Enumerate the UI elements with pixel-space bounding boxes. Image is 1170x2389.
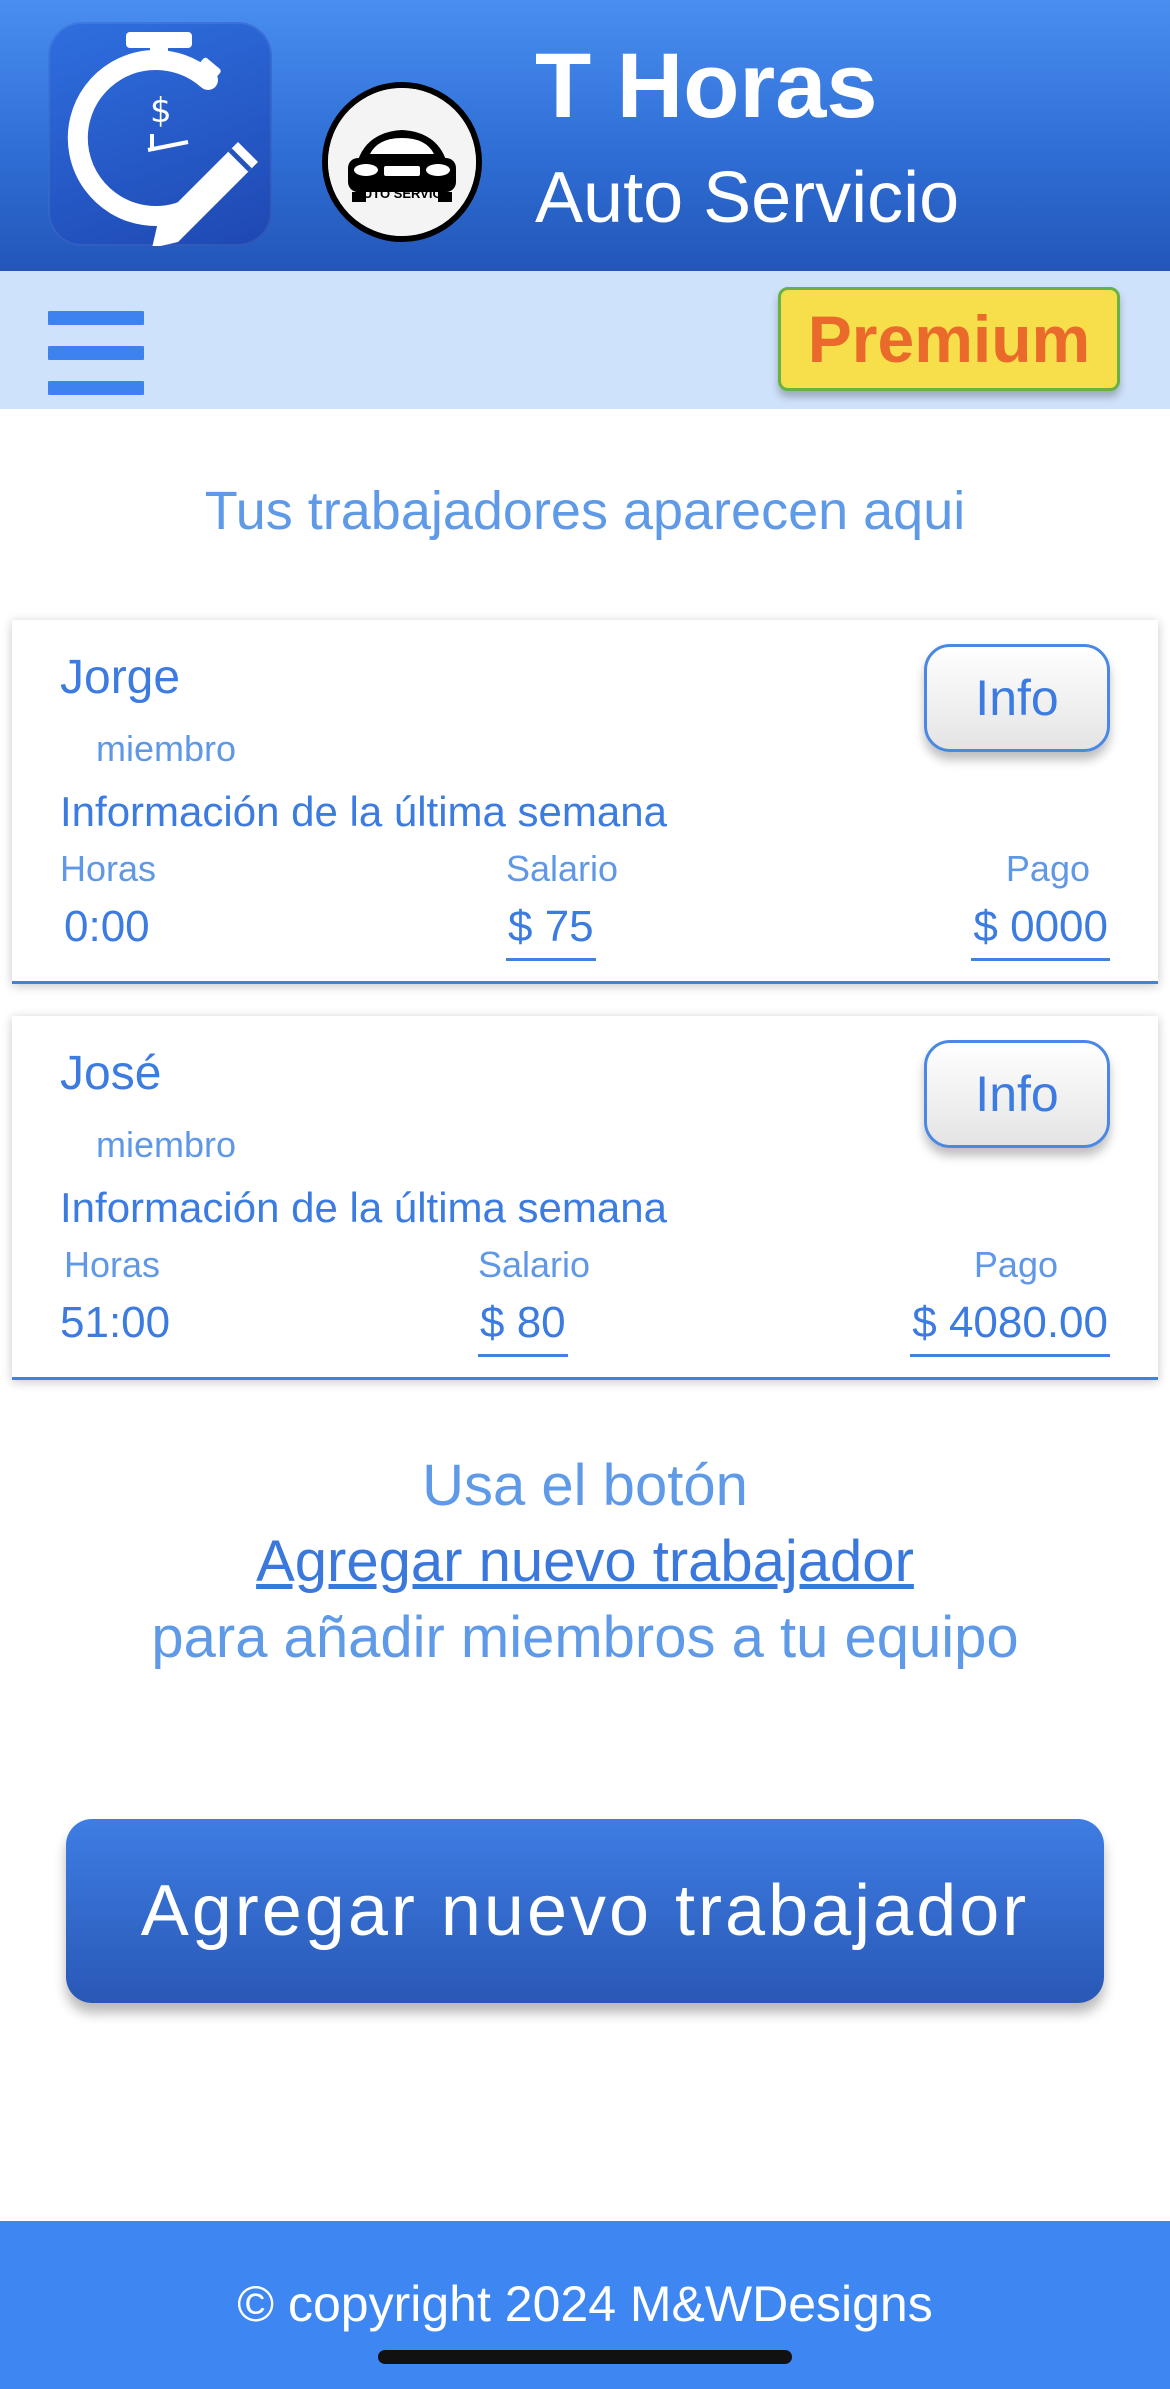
copyright-text: © copyright 2024 M&WDesigns — [237, 2276, 933, 2332]
info-button[interactable]: Info — [924, 644, 1110, 752]
toolbar: Premium — [0, 271, 1170, 409]
auto-service-car-logo: AUTO SERVICE — [322, 82, 482, 242]
add-worker-link[interactable]: Agregar nuevo trabajador — [256, 1529, 914, 1594]
app-header: $ AUTO SERVICE T Horas Auto Servicio — [0, 0, 1170, 271]
info-button[interactable]: Info — [924, 1040, 1110, 1148]
week-info-label: Información de la última semana — [60, 1184, 667, 1231]
hours-label: Horas — [64, 1244, 161, 1285]
help-text: Usa el botón Agregar nuevo trabajador pa… — [0, 1448, 1170, 1676]
help-line-1: Usa el botón — [422, 1453, 748, 1518]
hours-label: Horas — [60, 848, 157, 889]
stopwatch-pencil-icon: $ — [48, 22, 272, 246]
app-subtitle: Auto Servicio — [535, 158, 960, 238]
salary-label: Salario — [506, 848, 619, 889]
hours-value: 0:00 — [64, 902, 150, 951]
worker-name: Jorge — [60, 651, 181, 704]
worker-role: miembro — [96, 728, 237, 769]
home-indicator[interactable] — [378, 2350, 792, 2364]
payment-value: $ 0000 — [971, 902, 1110, 961]
app-title: T Horas — [535, 35, 878, 137]
help-line-3: para añadir miembros a tu equipo — [151, 1605, 1019, 1670]
worker-card: Jorge miembro Info Información de la últ… — [12, 620, 1158, 984]
logo-text: AUTO SERVICE — [353, 186, 451, 201]
worker-name: José — [60, 1047, 162, 1100]
hamburger-menu-icon[interactable] — [48, 291, 144, 395]
payment-value: $ 4080.00 — [910, 1298, 1110, 1357]
payment-label: Pago — [973, 1244, 1058, 1285]
week-info-label: Información de la última semana — [60, 788, 667, 835]
add-worker-button[interactable]: Agregar nuevo trabajador — [66, 1819, 1104, 2003]
salary-value[interactable]: $ 75 — [506, 902, 596, 961]
worker-card: José miembro Info Información de la últi… — [12, 1016, 1158, 1380]
svg-text:$: $ — [150, 91, 172, 131]
hours-value: 51:00 — [60, 1298, 171, 1347]
premium-button[interactable]: Premium — [778, 287, 1120, 391]
payment-label: Pago — [1005, 848, 1090, 889]
salary-label: Salario — [478, 1244, 591, 1285]
worker-role: miembro — [96, 1124, 237, 1165]
intro-text: Tus trabajadores aparecen aqui — [204, 481, 966, 541]
salary-value[interactable]: $ 80 — [478, 1298, 568, 1357]
